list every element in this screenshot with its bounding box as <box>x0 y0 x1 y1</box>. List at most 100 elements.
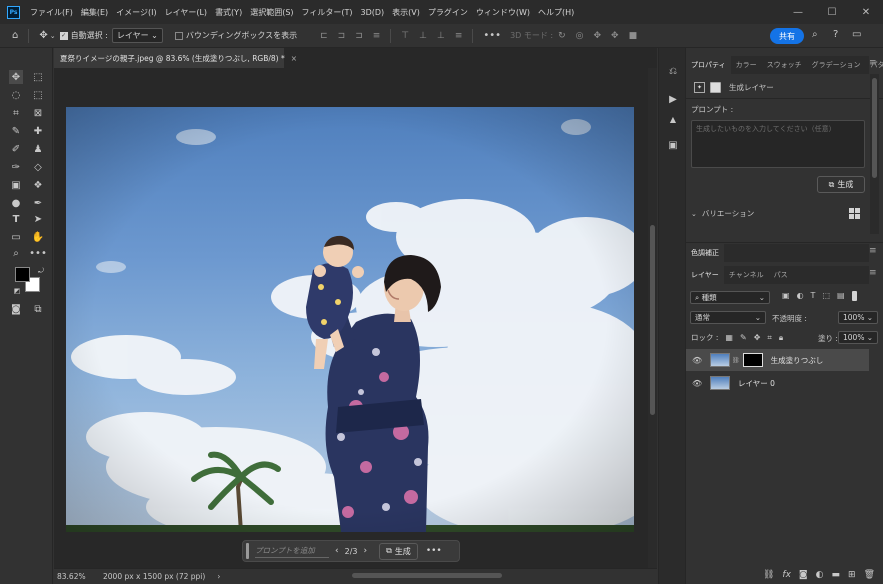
home-icon[interactable]: ⌂ <box>12 30 18 41</box>
actions-panel-icon[interactable]: ▶ <box>666 92 680 106</box>
3d-pan-icon[interactable]: ✥ <box>594 31 602 41</box>
layer-filter-dropdown[interactable]: ⌕ 種類 ⌄ <box>690 291 770 304</box>
new-adjustment-icon[interactable]: ◐ <box>816 570 824 580</box>
tab-paths[interactable]: パス <box>769 266 793 284</box>
filter-shape-icon[interactable]: ⬚ <box>822 291 830 301</box>
align-left-icon[interactable]: ⊏ <box>320 31 328 41</box>
menu-help[interactable]: ヘルプ(H) <box>534 7 578 18</box>
marquee-tool-icon[interactable]: ⬚ <box>31 70 45 84</box>
visibility-eye-icon[interactable]: 👁︎ <box>692 356 702 365</box>
layer-mask-thumbnail[interactable] <box>742 353 763 367</box>
auto-select-dropdown[interactable]: レイヤー ⌄ <box>111 28 163 43</box>
libraries-panel-icon[interactable]: ▲ <box>666 112 680 126</box>
drag-handle[interactable] <box>246 543 249 559</box>
panel-menu-icon[interactable]: ≡ <box>869 268 877 278</box>
tab-layers[interactable]: レイヤー <box>686 266 724 284</box>
vertical-scroll-thumb[interactable] <box>650 225 655 415</box>
tab-channels[interactable]: チャンネル <box>724 266 769 284</box>
tab-swatches[interactable]: スウォッチ <box>762 56 807 74</box>
menu-plugins[interactable]: プラグイン <box>424 7 472 18</box>
filter-smart-object-icon[interactable]: ▤ <box>837 291 845 301</box>
3d-camera-icon[interactable]: ■ <box>629 31 638 41</box>
pen-tool-icon[interactable]: ✒ <box>31 196 45 210</box>
distribute-h-icon[interactable]: ≡ <box>373 31 381 41</box>
new-group-icon[interactable]: ▬ <box>832 570 841 580</box>
search-icon[interactable]: ⌕ <box>812 29 818 40</box>
frame-tool-icon[interactable]: ⊠ <box>31 106 45 120</box>
auto-select-checkbox[interactable]: ✓ <box>59 31 68 40</box>
3d-roll-icon[interactable]: ◎ <box>576 31 584 41</box>
menu-image[interactable]: イメージ(I) <box>112 7 160 18</box>
3d-orbit-icon[interactable]: ↻ <box>558 31 566 41</box>
align-right-icon[interactable]: ⊐ <box>355 31 363 41</box>
eraser-tool-icon[interactable]: ◇ <box>31 160 45 174</box>
filter-pixel-icon[interactable]: ▣ <box>782 291 790 301</box>
properties-prompt-input[interactable]: 生成したいものを入力してください（任意） <box>691 120 865 168</box>
default-colors-icon[interactable]: ◩ <box>10 284 24 298</box>
properties-generate-button[interactable]: ⧉ 生成 <box>817 176 865 193</box>
status-expand-icon[interactable]: › <box>217 572 220 581</box>
close-tab-icon[interactable]: × <box>291 54 297 63</box>
next-variation-icon[interactable]: › <box>363 546 367 556</box>
stamp-tool-icon[interactable]: ♟ <box>31 142 45 156</box>
document-tab[interactable]: 夏祭りイメージの親子.jpeg @ 83.6% (生成塗りつぶし, RGB/8)… <box>54 48 297 68</box>
horizontal-scroll-thumb[interactable] <box>352 573 502 578</box>
path-select-tool-icon[interactable]: ➤ <box>31 212 45 226</box>
more-icon[interactable]: ••• <box>426 546 442 556</box>
prompt-input[interactable]: プロンプトを追加 <box>255 545 329 558</box>
align-center-h-icon[interactable]: ⊐ <box>338 31 346 41</box>
opacity-field[interactable]: 100% ⌄ <box>838 311 878 324</box>
menu-edit[interactable]: 編集(E) <box>77 7 112 18</box>
rectangle-tool-icon[interactable]: ▭ <box>9 230 23 244</box>
previous-variation-icon[interactable]: ‹ <box>335 546 339 556</box>
add-mask-icon[interactable]: ◙ <box>799 570 808 580</box>
properties-scroll-thumb[interactable] <box>872 78 877 178</box>
generate-button[interactable]: ⧉ 生成 <box>379 542 418 560</box>
zoom-level[interactable]: 83.62% <box>57 572 99 581</box>
menu-window[interactable]: ウィンドウ(W) <box>472 7 534 18</box>
menu-layer[interactable]: レイヤー(L) <box>161 7 211 18</box>
tab-adjustments[interactable]: 色調補正 <box>686 244 724 262</box>
layer-style-icon[interactable]: fx <box>782 570 791 580</box>
lock-position-icon[interactable]: ✥ <box>754 333 761 342</box>
menu-view[interactable]: 表示(V) <box>388 7 424 18</box>
panel-menu-icon[interactable]: ≡ <box>869 246 877 256</box>
history-panel-icon[interactable]: ⎌ <box>666 64 680 78</box>
3d-slide-icon[interactable]: ✥ <box>611 31 619 41</box>
delete-layer-icon[interactable]: 🗑︎ <box>864 570 875 580</box>
share-button[interactable]: 共有 <box>770 28 804 44</box>
visibility-eye-icon[interactable]: 👁︎ <box>692 379 702 388</box>
layer-row[interactable]: 👁︎ レイヤー 0 <box>686 372 869 394</box>
tab-properties[interactable]: プロパティ <box>686 56 731 74</box>
chevron-down-icon[interactable]: ⌄ <box>50 32 56 40</box>
hand-tool-icon[interactable]: ✋ <box>31 230 45 244</box>
align-top-icon[interactable]: ⊤ <box>401 31 409 41</box>
menu-select[interactable]: 選択範囲(S) <box>246 7 297 18</box>
gradient-tool-icon[interactable]: ▣ <box>9 178 23 192</box>
align-bottom-icon[interactable]: ⊥ <box>437 31 445 41</box>
menu-file[interactable]: ファイル(F) <box>26 7 77 18</box>
type-tool-icon[interactable]: T <box>9 212 23 226</box>
close-window-icon[interactable]: ✕ <box>849 0 883 24</box>
tab-gradients[interactable]: グラデーション <box>807 56 866 74</box>
healing-brush-tool-icon[interactable]: ✚ <box>31 124 45 138</box>
blur-tool-icon[interactable]: ❖ <box>31 178 45 192</box>
bounding-box-checkbox[interactable] <box>174 31 183 40</box>
lasso-tool-icon[interactable]: ◌ <box>9 88 23 102</box>
filter-type-icon[interactable]: T <box>811 291 816 301</box>
filter-adjustment-icon[interactable]: ◐ <box>797 291 804 301</box>
minimize-icon[interactable]: — <box>781 0 815 24</box>
lock-transparency-icon[interactable]: ▦ <box>725 333 733 342</box>
crop-tool-icon[interactable]: ⌗ <box>9 106 23 120</box>
grid-view-icon[interactable] <box>849 208 860 219</box>
filter-toggle-icon[interactable] <box>851 291 857 301</box>
screen-mode-icon[interactable]: ⧉ <box>31 302 45 316</box>
menu-type[interactable]: 書式(Y) <box>211 7 246 18</box>
workspace-icon[interactable]: ▭ <box>852 29 861 40</box>
more-options-icon[interactable]: ••• <box>483 30 501 41</box>
brush-tool-icon[interactable]: ✐ <box>9 142 23 156</box>
object-select-tool-icon[interactable]: ⬚ <box>31 88 45 102</box>
eyedropper-tool-icon[interactable]: ✎ <box>9 124 23 138</box>
quick-mask-icon[interactable]: ◙ <box>9 302 23 316</box>
variations-row[interactable]: ⌄ バリエーション <box>691 208 754 219</box>
